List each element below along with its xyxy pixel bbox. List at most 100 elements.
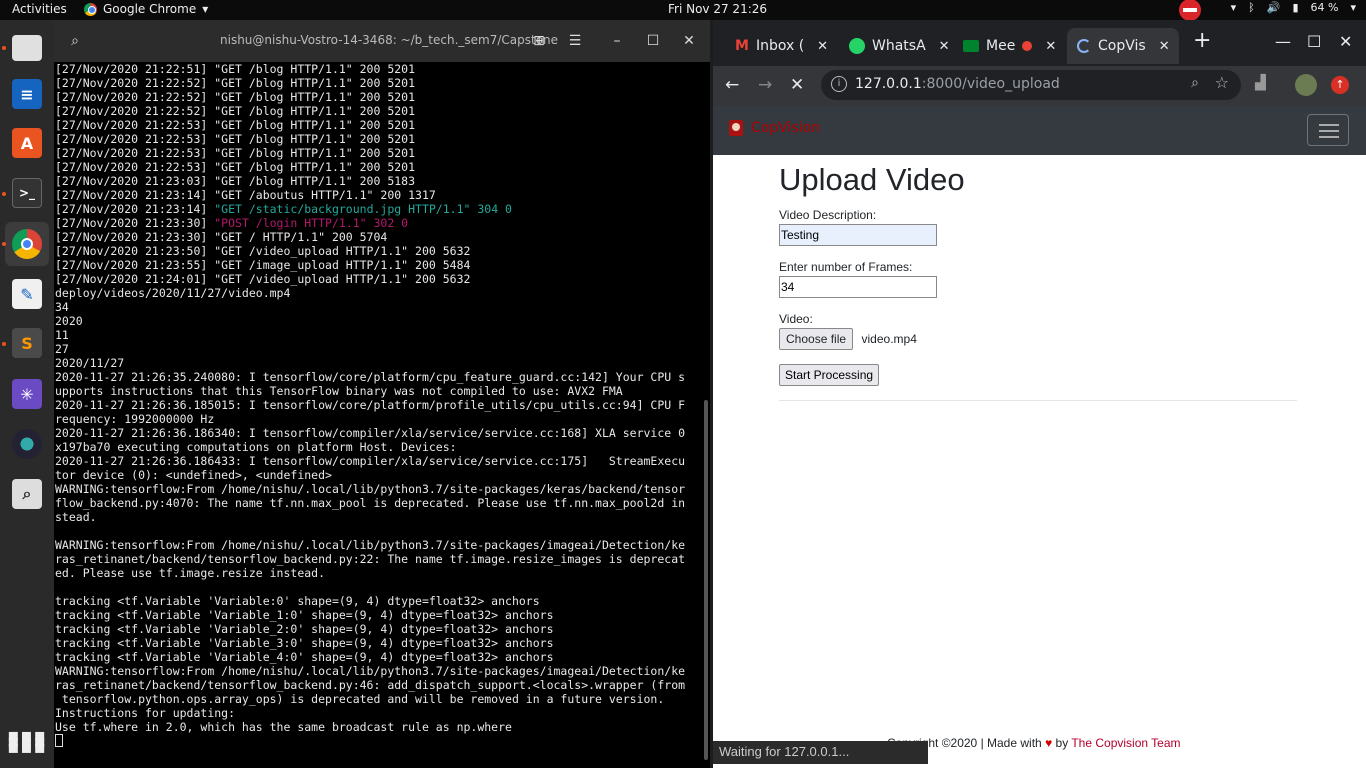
hamburger-icon bbox=[1319, 124, 1339, 126]
tab-copvision[interactable]: CopVis ✕ bbox=[1067, 28, 1179, 64]
wifi-icon: ▾ bbox=[1230, 1, 1237, 14]
maximize-icon[interactable]: ☐ bbox=[642, 30, 664, 52]
terminal-scrollbar[interactable] bbox=[704, 400, 708, 760]
terminal-line: x197ba70 executing computations on platf… bbox=[55, 440, 457, 454]
update-icon[interactable]: ↑ bbox=[1331, 76, 1349, 94]
network-icon[interactable]: ✳ bbox=[5, 372, 49, 416]
hamburger-line bbox=[1319, 130, 1339, 132]
terminal-titlebar[interactable]: ⌕ nishu@nishu-Vostro-14-3468: ~/b_tech._… bbox=[54, 20, 710, 62]
terminal-line: 2020-11-27 21:26:36.186340: I tensorflow… bbox=[55, 426, 686, 440]
terminal-line: [27/Nov/2020 21:23:14] "GET /aboutus HTT… bbox=[55, 188, 436, 202]
terminal-line: [27/Nov/2020 21:22:52] "GET /blog HTTP/1… bbox=[55, 76, 416, 90]
description-input[interactable] bbox=[779, 224, 937, 246]
stop-loading-icon[interactable]: ✕ bbox=[790, 75, 804, 95]
choose-file-button[interactable]: Choose file bbox=[779, 328, 854, 350]
sublime-icon[interactable]: S bbox=[5, 321, 49, 365]
back-icon[interactable]: ← bbox=[725, 75, 739, 95]
terminal-line: tensorflow.python.ops.array_ops) is depr… bbox=[55, 692, 665, 706]
terminal-line: [27/Nov/2020 21:23:30] "POST /login HTTP… bbox=[55, 216, 700, 230]
gmail-icon: M bbox=[735, 38, 749, 54]
tab-whatsapp[interactable]: WhatsA ✕ bbox=[839, 28, 951, 64]
minimize-icon[interactable]: — bbox=[1275, 32, 1291, 51]
navbar-toggler-button[interactable] bbox=[1307, 114, 1349, 146]
close-icon[interactable]: ✕ bbox=[939, 39, 950, 54]
terminal-line: tracking <tf.Variable 'Variable_3:0' sha… bbox=[55, 636, 554, 650]
recording-icon bbox=[1022, 41, 1033, 51]
menu-icon[interactable]: ☰ bbox=[564, 30, 586, 52]
terminal-line: tracking <tf.Variable 'Variable_4:0' sha… bbox=[55, 650, 554, 664]
activities-button[interactable]: Activities bbox=[12, 2, 67, 16]
camera-icon[interactable] bbox=[5, 422, 49, 466]
site-brand[interactable]: CopVision bbox=[729, 120, 820, 136]
frames-input[interactable] bbox=[779, 276, 937, 298]
terminal-window[interactable]: ⌕ nishu@nishu-Vostro-14-3468: ~/b_tech._… bbox=[54, 20, 710, 768]
site-info-icon[interactable]: i bbox=[831, 76, 847, 92]
terminal-line: [27/Nov/2020 21:24:01] "GET /video_uploa… bbox=[55, 272, 471, 286]
search-icon[interactable]: ⌕ bbox=[64, 30, 86, 52]
close-icon[interactable]: ✕ bbox=[817, 39, 828, 54]
tab-label: WhatsA bbox=[872, 38, 926, 54]
tab-meet[interactable]: Mee ✕ bbox=[953, 28, 1065, 64]
terminal-output[interactable]: [27/Nov/2020 21:22:51] "GET /blog HTTP/1… bbox=[54, 62, 700, 768]
tab-strip[interactable]: M Inbox ( ✕ WhatsA ✕ Mee ✕ CopVis ✕ + — … bbox=[713, 20, 1366, 66]
text-editor-icon[interactable]: ✎ bbox=[5, 272, 49, 316]
terminal-line: deploy/videos/2020/11/27/video.mp4 bbox=[55, 286, 291, 300]
bookmark-star-icon[interactable]: ☆ bbox=[1215, 73, 1229, 92]
close-icon[interactable]: ✕ bbox=[1339, 32, 1352, 51]
upload-form: Upload Video Video Description: Enter nu… bbox=[779, 162, 1299, 401]
app-menu[interactable]: Google Chrome ▾ bbox=[84, 2, 208, 16]
chevron-down-icon: ▾ bbox=[1350, 1, 1356, 14]
terminal-line: [27/Nov/2020 21:22:52] "GET /blog HTTP/1… bbox=[55, 90, 416, 104]
terminal-line: [27/Nov/2020 21:22:52] "GET /blog HTTP/1… bbox=[55, 104, 416, 118]
log-timestamp: [27/Nov/2020 21:23:14] bbox=[55, 202, 215, 216]
terminal-line: ras_retinanet/backend/tensorflow_backend… bbox=[55, 552, 686, 566]
new-tab-button[interactable]: + bbox=[1193, 28, 1211, 53]
team-link[interactable]: The Copvision Team bbox=[1071, 736, 1180, 750]
terminal-line: [27/Nov/2020 21:23:55] "GET /image_uploa… bbox=[55, 258, 471, 272]
url-text[interactable]: 127.0.0.1:8000/video_upload bbox=[855, 76, 1060, 92]
minimize-icon[interactable]: – bbox=[606, 30, 628, 52]
forward-icon[interactable]: → bbox=[758, 75, 772, 95]
writer-icon[interactable]: ≡ bbox=[5, 72, 49, 116]
chrome-icon[interactable] bbox=[5, 222, 49, 266]
close-icon[interactable]: ✕ bbox=[678, 30, 700, 52]
extension-icon[interactable]: ▟ bbox=[1255, 75, 1266, 91]
zoom-icon[interactable]: ⌕ bbox=[1191, 75, 1199, 91]
terminal-line: ras_retinanet/backend/tensorflow_backend… bbox=[55, 678, 686, 692]
browser-toolbar: ← → ✕ i 127.0.0.1:8000/video_upload ⌕ ☆ … bbox=[713, 66, 1366, 106]
video-label: Video: bbox=[779, 312, 813, 326]
terminal-line: [27/Nov/2020 21:22:53] "GET /blog HTTP/1… bbox=[55, 118, 416, 132]
clock[interactable]: Fri Nov 27 21:26 bbox=[668, 2, 767, 16]
whatsapp-icon bbox=[849, 38, 865, 54]
avatar[interactable] bbox=[1295, 74, 1317, 96]
terminal-line: [27/Nov/2020 21:23:14] "GET /static/back… bbox=[55, 202, 700, 216]
search-app-icon[interactable]: ⌕ bbox=[5, 472, 49, 516]
software-icon[interactable]: A bbox=[5, 121, 49, 165]
show-apps-icon[interactable]: ▪▪▪ ▪▪▪ ▪▪▪ bbox=[5, 720, 49, 764]
tab-label: CopVis bbox=[1098, 38, 1146, 54]
close-icon[interactable]: ✕ bbox=[1045, 39, 1056, 54]
address-bar[interactable]: i 127.0.0.1:8000/video_upload ⌕ ☆ bbox=[821, 70, 1241, 100]
chrome-window[interactable]: M Inbox ( ✕ WhatsA ✕ Mee ✕ CopVis ✕ + — … bbox=[713, 20, 1366, 768]
terminal-line: 2020-11-27 21:26:36.186433: I tensorflow… bbox=[55, 454, 686, 468]
system-tray[interactable]: ▾ ᛒ 🔊 ▮ 64 % ▾ bbox=[1231, 1, 1356, 14]
new-tab-icon[interactable]: ⊞ bbox=[528, 30, 550, 52]
maximize-icon[interactable]: ☐ bbox=[1307, 32, 1321, 51]
terminal-line: [27/Nov/2020 21:22:53] "GET /blog HTTP/1… bbox=[55, 132, 416, 146]
site-navbar: CopVision bbox=[713, 106, 1366, 155]
do-not-disturb-icon[interactable] bbox=[1179, 0, 1201, 21]
terminal-icon[interactable]: >_ bbox=[5, 171, 49, 215]
bluetooth-icon: ᛒ bbox=[1248, 1, 1255, 14]
brand-text: CopVision bbox=[751, 120, 821, 136]
heart-icon: ♥ bbox=[1045, 736, 1053, 750]
start-processing-button[interactable]: Start Processing bbox=[779, 364, 880, 386]
terminal-title: nishu@nishu-Vostro-14-3468: ~/b_tech._se… bbox=[220, 33, 559, 47]
files-icon[interactable] bbox=[5, 26, 49, 70]
meet-icon bbox=[963, 40, 979, 52]
terminal-line: 2020/11/27 bbox=[55, 356, 125, 370]
terminal-line: WARNING:tensorflow:From /home/nishu/.loc… bbox=[55, 664, 686, 678]
tab-gmail[interactable]: M Inbox ( ✕ bbox=[725, 28, 837, 64]
terminal-cursor[interactable] bbox=[55, 734, 63, 747]
close-icon[interactable]: ✕ bbox=[1159, 39, 1170, 54]
battery-icon: ▮ bbox=[1292, 1, 1299, 14]
